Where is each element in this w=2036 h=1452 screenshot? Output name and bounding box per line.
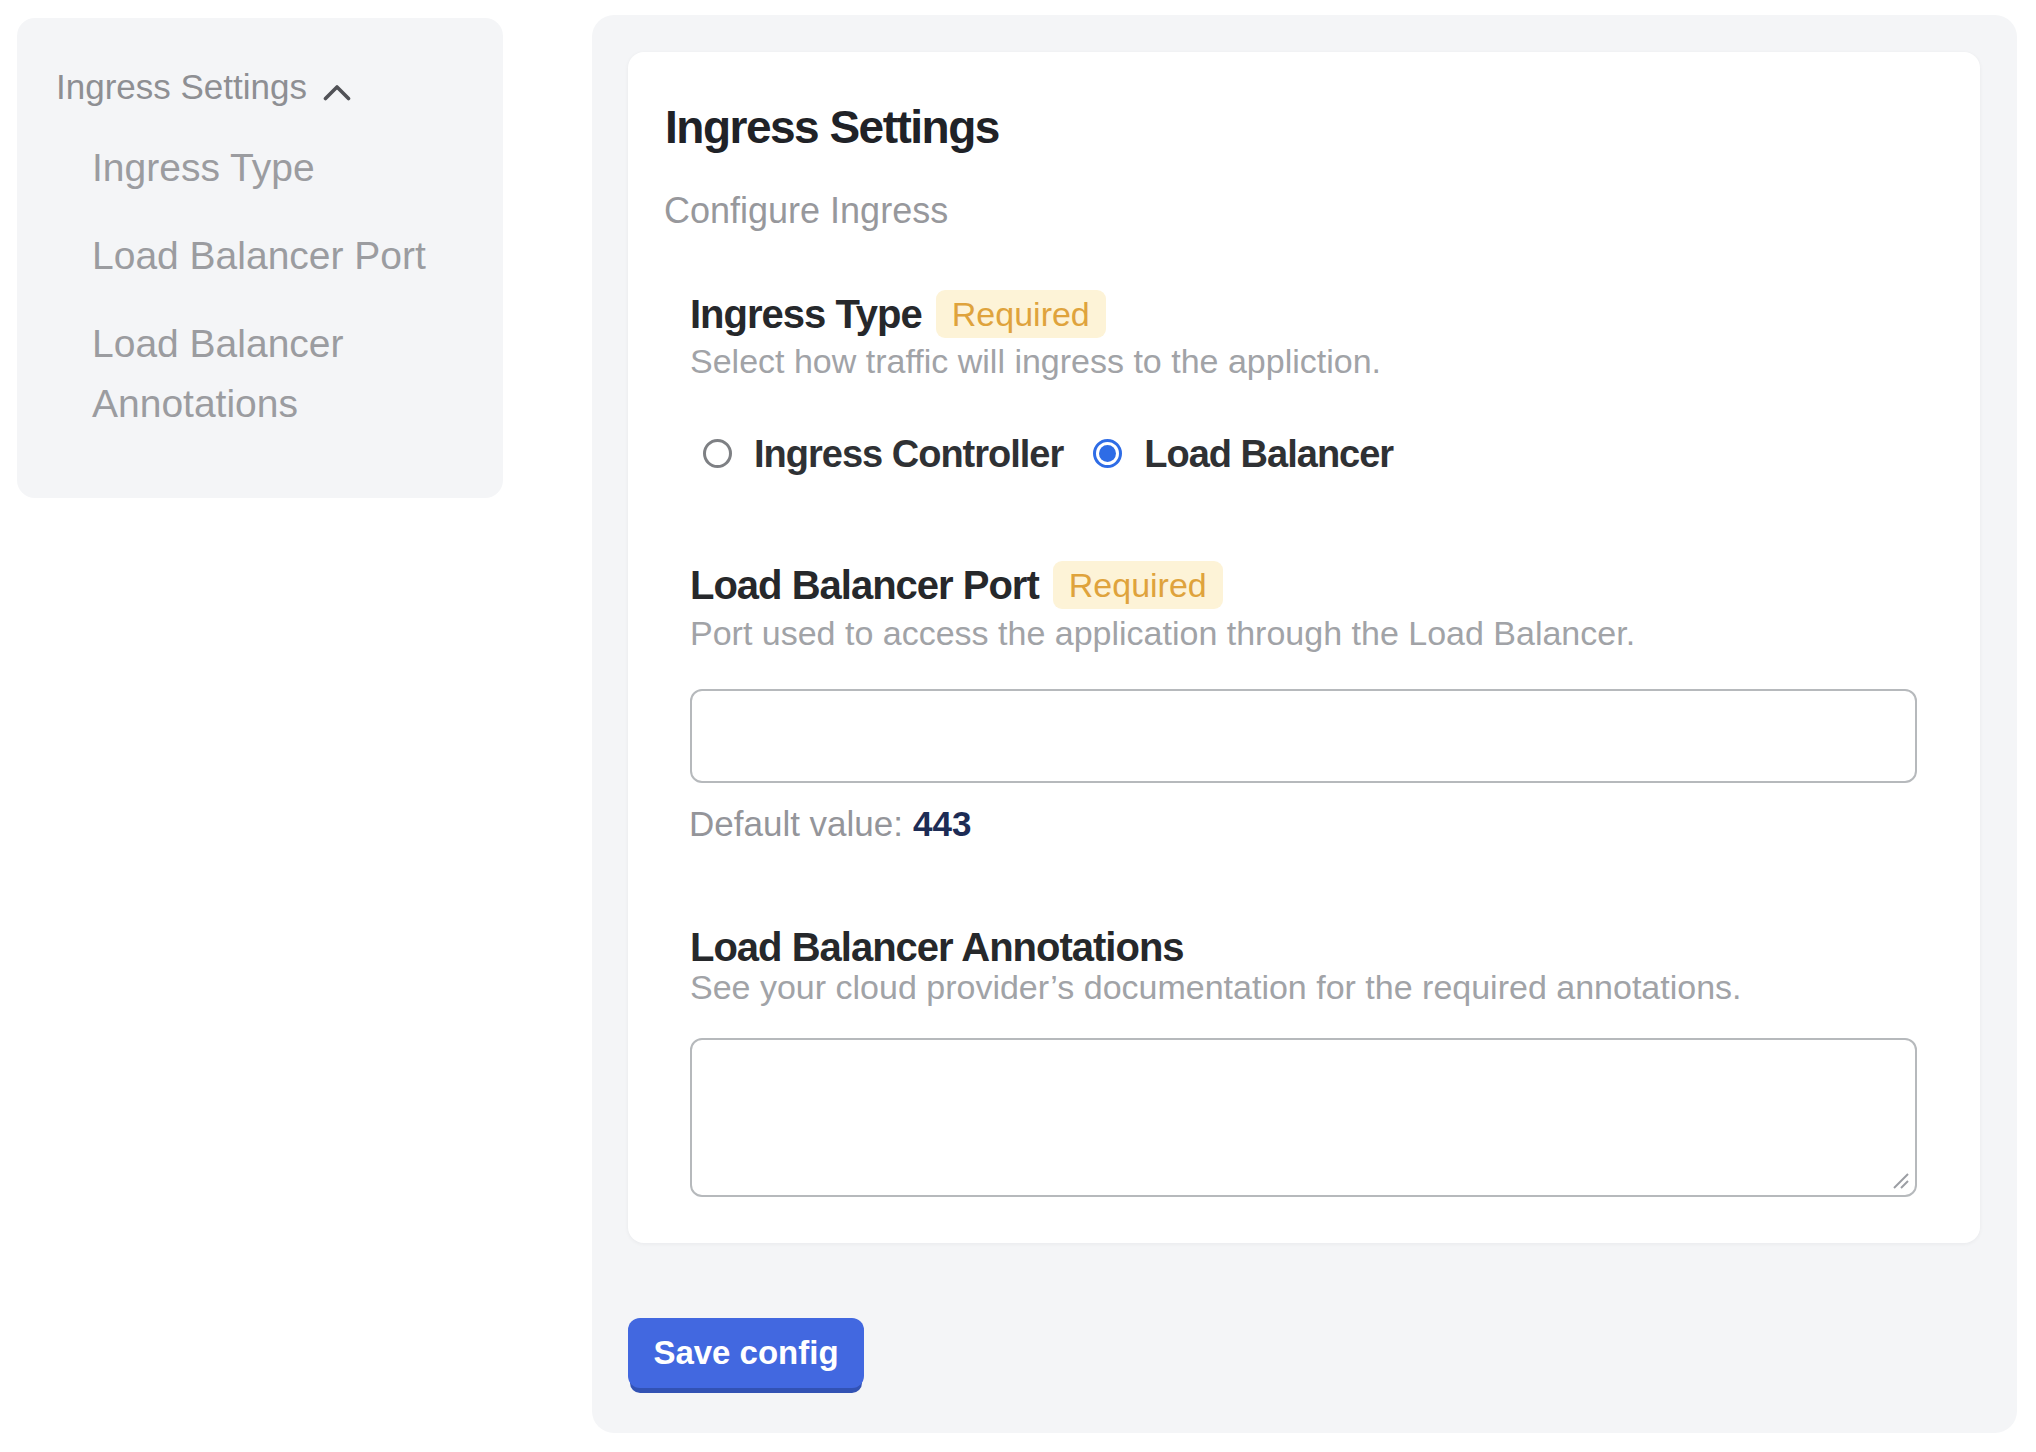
lb-port-input[interactable] [690,689,1917,783]
radio-label-ingress-controller: Ingress Controller [754,431,1063,477]
page-subtitle: Configure Ingress [664,191,948,231]
radio-option-load-balancer[interactable]: Load Balancer [1093,431,1393,477]
save-config-button[interactable]: Save config [628,1318,864,1388]
settings-panel: Ingress Settings Configure Ingress Ingre… [592,15,2017,1433]
sidebar-section-title: Ingress Settings [56,67,307,107]
radio-option-ingress-controller[interactable]: Ingress Controller [703,431,1063,477]
radio-label-load-balancer: Load Balancer [1144,431,1393,477]
default-value-label: Default value: [689,804,903,843]
lb-port-label: Load Balancer Port [690,560,1039,610]
lb-port-description: Port used to access the application thro… [690,613,1635,653]
lb-annotations-textarea[interactable] [690,1038,1917,1197]
radio-unselected-icon[interactable] [703,439,732,468]
ingress-type-description: Select how traffic will ingress to the a… [690,341,1381,381]
lb-annotations-description: See your cloud provider’s documentation … [690,967,1742,1007]
ingress-type-heading-row: Ingress Type Required [690,289,1106,339]
lb-annotations-heading-row: Load Balancer Annotations [690,922,1184,972]
settings-nav-sidebar: Ingress Settings Ingress Type Load Balan… [17,18,503,498]
textarea-resize-handle[interactable] [1890,1170,1910,1190]
radio-selected-icon[interactable] [1093,439,1122,468]
chevron-up-icon [323,69,351,109]
ingress-type-radio-group: Ingress Controller Load Balancer [690,438,1393,469]
required-badge: Required [936,290,1106,338]
default-value: 443 [913,804,971,843]
sidebar-section-header[interactable]: Ingress Settings [56,65,351,109]
ingress-settings-card: Ingress Settings Configure Ingress Ingre… [628,52,1980,1243]
required-badge: Required [1053,561,1223,609]
lb-port-heading-row: Load Balancer Port Required [690,560,1223,610]
page-title: Ingress Settings [665,101,999,153]
lb-annotations-label: Load Balancer Annotations [690,922,1184,972]
sidebar-item-load-balancer-annotations[interactable]: Load Balancer Annotations [92,314,482,434]
ingress-type-label: Ingress Type [690,289,922,339]
sidebar-item-load-balancer-port[interactable]: Load Balancer Port [92,226,482,286]
default-value-helper: Default value: 443 [689,804,971,844]
sidebar-item-ingress-type[interactable]: Ingress Type [92,138,482,198]
